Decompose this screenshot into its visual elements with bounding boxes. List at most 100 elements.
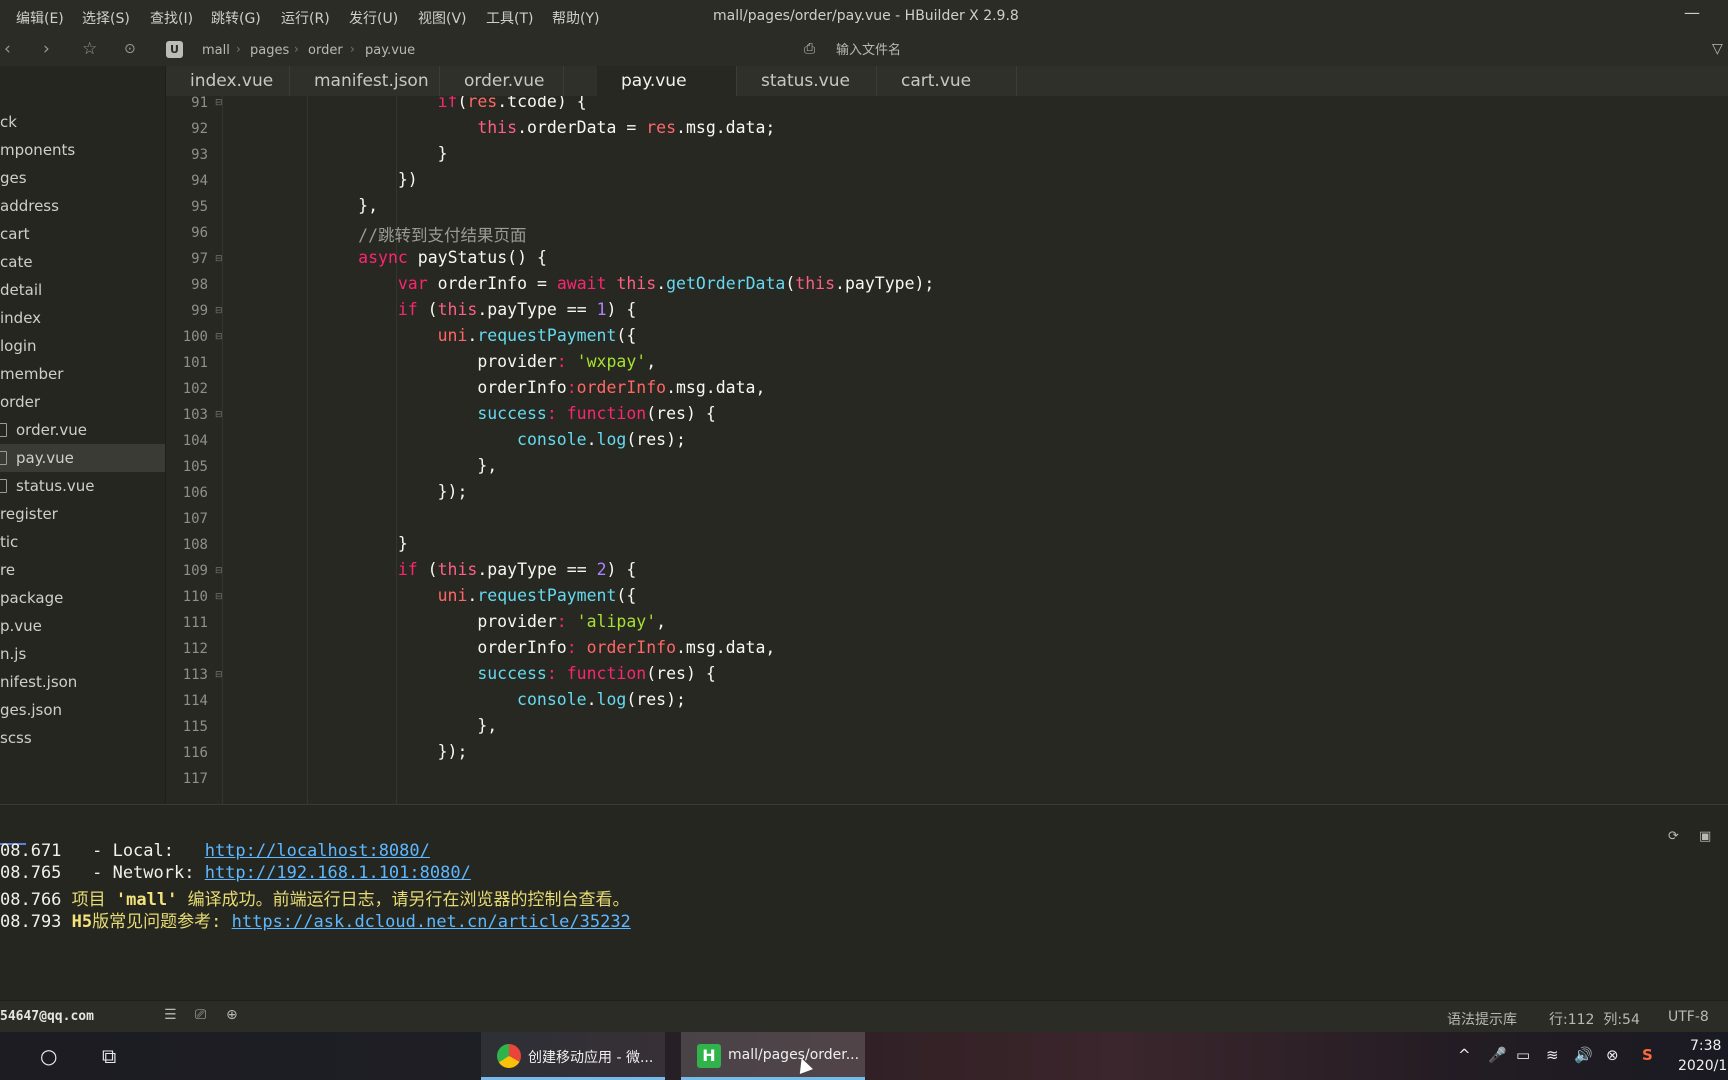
fold-toggle-icon[interactable]: ⊟ — [215, 566, 223, 576]
file-search-input[interactable] — [836, 39, 1136, 61]
fold-toggle-icon[interactable]: ⊟ — [215, 254, 223, 264]
menu-edit[interactable]: 编辑(E) — [16, 8, 64, 28]
task-view-icon[interactable]: ⧉ — [102, 1044, 116, 1068]
menu-select[interactable]: 选择(S) — [82, 8, 130, 28]
code-line[interactable]: }); — [438, 742, 468, 761]
input-method-icon[interactable]: S — [1642, 1046, 1653, 1064]
microphone-icon[interactable]: 🎤 — [1488, 1046, 1507, 1064]
minimize-button[interactable]: — — [1684, 3, 1700, 22]
sidebar-item[interactable]: status.vue — [0, 472, 165, 500]
code-line[interactable]: var orderInfo = await this.getOrderData(… — [398, 274, 935, 293]
console-link[interactable]: https://ask.dcloud.net.cn/article/35232 — [232, 912, 631, 932]
sidebar-item[interactable]: cate — [0, 248, 165, 276]
tab-order-vue[interactable]: order.vue — [440, 66, 564, 96]
sidebar-item[interactable]: ges.json — [0, 696, 165, 724]
code-line[interactable]: async payStatus() { — [358, 248, 547, 267]
code-line[interactable]: //跳转到支付结果页面 — [358, 222, 526, 246]
console-link[interactable]: http://192.168.1.101:8080/ — [205, 863, 471, 883]
menu-find[interactable]: 查找(I) — [150, 8, 193, 28]
sidebar-item[interactable]: re — [0, 556, 165, 584]
fold-toggle-icon[interactable]: ⊟ — [215, 98, 223, 108]
sidebar-item[interactable]: detail — [0, 276, 165, 304]
tab-status-vue[interactable]: status.vue — [737, 66, 877, 96]
code-line[interactable]: }, — [477, 456, 497, 475]
code-line[interactable]: provider: 'wxpay', — [477, 352, 656, 371]
breadcrumb-order[interactable]: order — [308, 43, 343, 58]
code-line[interactable]: }, — [477, 716, 497, 735]
sidebar-item[interactable]: order — [0, 388, 165, 416]
menu-help[interactable]: 帮助(Y) — [552, 8, 599, 28]
wifi-icon[interactable]: ≋ — [1546, 1046, 1559, 1064]
code-line[interactable]: uni.requestPayment({ — [438, 326, 637, 345]
sidebar-item[interactable]: register — [0, 500, 165, 528]
clock-date[interactable]: 2020/1 — [1678, 1058, 1727, 1074]
battery-icon[interactable]: ▭ — [1516, 1046, 1530, 1064]
tab-manifest-json[interactable]: manifest.json — [290, 66, 440, 96]
code-line[interactable]: if (this.payType == 1) { — [398, 300, 636, 319]
forward-icon[interactable]: › — [43, 39, 50, 59]
sidebar-item[interactable]: scss — [0, 724, 165, 752]
code-line[interactable]: this.orderData = res.msg.data; — [477, 118, 775, 137]
run-icon[interactable]: ⊙ — [124, 41, 136, 57]
stop-icon[interactable]: ▣ — [1699, 829, 1711, 844]
sidebar-item[interactable]: p.vue — [0, 612, 165, 640]
sidebar-item[interactable]: login — [0, 332, 165, 360]
tab-pay-vue[interactable]: pay.vue — [597, 66, 737, 96]
menu-run[interactable]: 运行(R) — [281, 8, 330, 28]
sidebar-item[interactable]: tic — [0, 528, 165, 556]
code-line[interactable]: if(res.tcode) { — [438, 96, 587, 111]
sidebar-item[interactable]: mponents — [0, 136, 165, 164]
clock-time[interactable]: 7:38 — [1690, 1038, 1721, 1054]
code-line[interactable]: provider: 'alipay', — [477, 612, 666, 631]
code-line[interactable]: }) — [398, 170, 418, 189]
code-editor[interactable]: 91 ⊟ 92 93 94 95 96 97 ⊟ 98 99 ⊟ 100 ⊟ 101 102 103 ⊟ 104 10… — [166, 96, 1728, 804]
fold-toggle-icon[interactable]: ⊟ — [215, 332, 223, 342]
sidebar-item[interactable]: n.js — [0, 640, 165, 668]
volume-icon[interactable]: 🔊 — [1574, 1046, 1593, 1064]
globe-icon[interactable]: ⊕ — [226, 1007, 238, 1023]
sidebar-item[interactable]: ck — [0, 108, 165, 136]
taskbar-app-chrome[interactable]: 创建移动应用 - 微... — [481, 1032, 665, 1080]
sidebar-item[interactable]: pay.vue — [0, 444, 165, 472]
breadcrumb-pay-vue[interactable]: pay.vue — [365, 43, 415, 58]
sidebar-item[interactable]: index — [0, 304, 165, 332]
network-error-icon[interactable]: ⊗ — [1606, 1046, 1619, 1064]
sidebar-item[interactable]: package — [0, 584, 165, 612]
cursor-position[interactable]: 行:112 列:54 — [1549, 1009, 1640, 1029]
tray-expand-icon[interactable]: ^ — [1458, 1046, 1471, 1064]
code-line[interactable]: if (this.payType == 2) { — [398, 560, 636, 579]
code-line[interactable]: console.log(res); — [517, 690, 686, 709]
taskbar-app-hbuilder[interactable]: H mall/pages/order... — [681, 1032, 865, 1080]
terminal-icon[interactable]: ⎚ — [195, 1007, 206, 1023]
sidebar-item[interactable]: cart — [0, 220, 165, 248]
filter-icon[interactable]: ▽ — [1712, 41, 1723, 57]
account-label[interactable]: 54647@qq.com — [0, 1009, 94, 1024]
back-icon[interactable]: ‹ — [4, 39, 11, 59]
breadcrumb-mall[interactable]: mall — [202, 43, 230, 58]
code-line[interactable]: }, — [358, 196, 378, 215]
menu-view[interactable]: 视图(V) — [418, 8, 467, 28]
fold-toggle-icon[interactable]: ⊟ — [215, 410, 223, 420]
cortana-icon[interactable]: ○ — [40, 1044, 57, 1068]
code-line[interactable]: success: function(res) { — [477, 664, 715, 683]
sidebar-item[interactable]: member — [0, 360, 165, 388]
code-line[interactable]: success: function(res) { — [477, 404, 715, 423]
code-line[interactable]: console.log(res); — [517, 430, 686, 449]
fold-toggle-icon[interactable]: ⊟ — [215, 306, 223, 316]
tab-cart-vue[interactable]: cart.vue — [877, 66, 1017, 96]
code-line[interactable]: } — [398, 534, 408, 553]
syntax-library-button[interactable]: 语法提示库 — [1447, 1009, 1517, 1029]
menu-publish[interactable]: 发行(U) — [349, 8, 398, 28]
code-line[interactable]: } — [438, 144, 448, 163]
code-line[interactable]: orderInfo: orderInfo.msg.data, — [477, 638, 775, 657]
sidebar-item[interactable]: order.vue — [0, 416, 165, 444]
console-link[interactable]: http://localhost:8080/ — [205, 841, 430, 861]
tab-index-vue[interactable]: index.vue — [166, 66, 290, 96]
sidebar-item[interactable]: address — [0, 192, 165, 220]
menu-goto[interactable]: 跳转(G) — [211, 8, 261, 28]
code-line[interactable]: orderInfo:orderInfo.msg.data, — [477, 378, 765, 397]
breadcrumb-pages[interactable]: pages — [250, 43, 289, 58]
sidebar-item[interactable]: ges — [0, 164, 165, 192]
star-icon[interactable]: ☆ — [82, 39, 97, 59]
code-line[interactable]: uni.requestPayment({ — [438, 586, 637, 605]
